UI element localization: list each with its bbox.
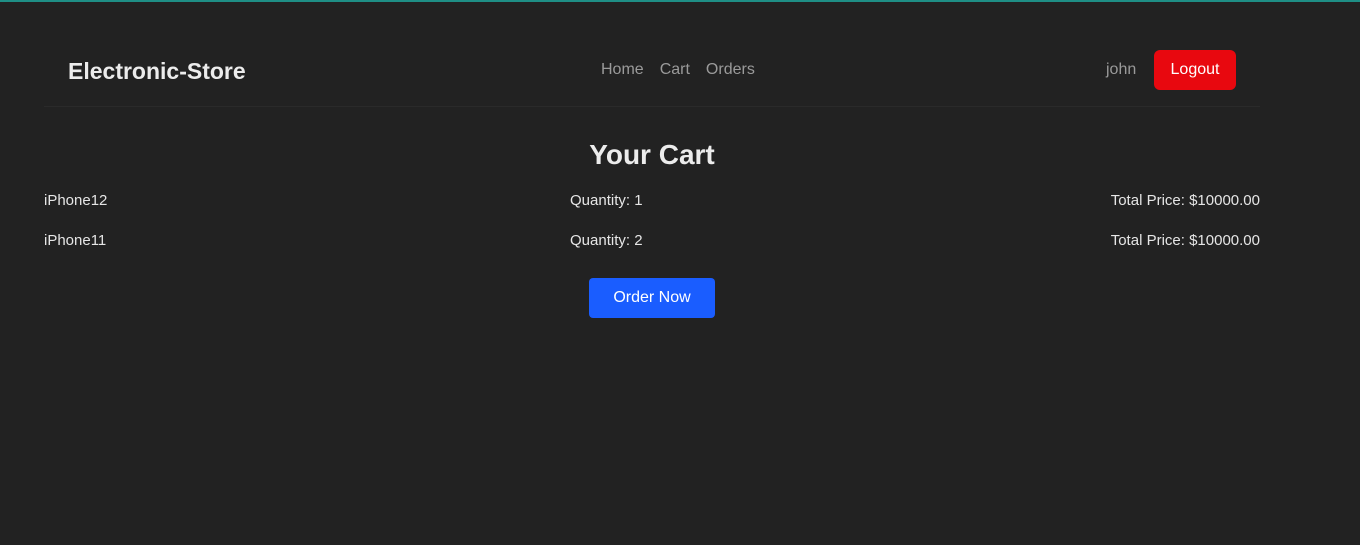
cart-item-total-price: Total Price: $10000.00 (1110, 232, 1260, 249)
brand-logo[interactable]: Electronic-Store (68, 58, 246, 85)
page: Electronic-Store Home Cart Orders john L… (0, 0, 1360, 545)
logout-button[interactable]: Logout (1154, 50, 1236, 90)
page-title: Your Cart (589, 139, 715, 170)
cart-item-name: iPhone11 (44, 232, 107, 249)
cart-item-name: iPhone12 (44, 192, 108, 209)
cart-item-quantity: Quantity: 1 (570, 192, 643, 209)
nav-link-home[interactable]: Home (601, 61, 644, 79)
nav-links: Home Cart Orders (601, 61, 755, 79)
nav-link-orders[interactable]: Orders (706, 61, 755, 79)
cart-item-row: iPhone12 Quantity: 1 Total Price: $10000… (44, 192, 1260, 216)
cart-item-row: iPhone11 Quantity: 2 Total Price: $10000… (44, 232, 1260, 256)
nav-link-cart[interactable]: Cart (660, 61, 690, 79)
navbar: Electronic-Store Home Cart Orders john L… (44, 36, 1260, 107)
cart-item-quantity: Quantity: 2 (570, 232, 643, 249)
username: john (1106, 61, 1137, 78)
order-now-button[interactable]: Order Now (589, 278, 715, 318)
cart-item-total-price: Total Price: $10000.00 (1110, 192, 1260, 209)
top-accent-bar (0, 0, 1360, 2)
